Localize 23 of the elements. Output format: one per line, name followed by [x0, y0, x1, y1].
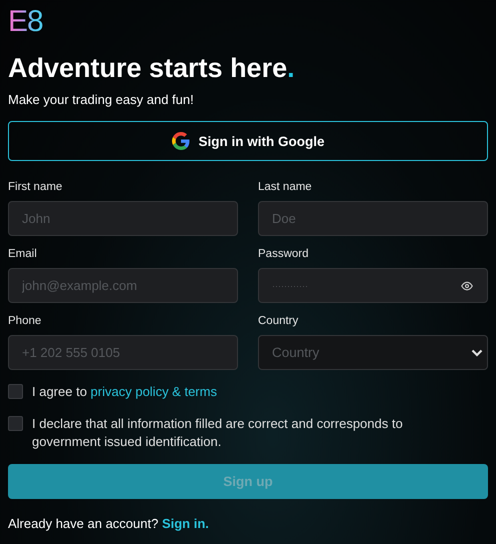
chevron-down-icon	[471, 348, 483, 356]
checkbox[interactable]	[8, 416, 23, 431]
sign-in-link[interactable]: Sign in.	[162, 516, 209, 531]
input-field[interactable]: +1 202 555 0105	[8, 335, 238, 370]
google-sign-in-button[interactable]: Sign in with Google	[8, 121, 488, 161]
subtitle: Make your trading easy and fun!	[8, 92, 195, 108]
field-label: First name	[8, 181, 64, 194]
agreement-text: I agree to privacy policy & terms	[32, 383, 217, 401]
google-icon	[172, 132, 190, 150]
input-field[interactable]: Doe	[258, 201, 488, 236]
input-field[interactable]: john@example.com	[8, 268, 238, 303]
input-field[interactable]: John	[8, 201, 238, 236]
eye-icon[interactable]	[461, 280, 473, 292]
sign-in-prompt: Already have an account? Sign in.	[8, 516, 210, 532]
field-label: Password	[258, 248, 310, 261]
agreement-text: I declare that all information filled are correct and corresponds to government issued identification.	[32, 415, 404, 451]
field-label: Phone	[8, 315, 42, 328]
field-label: Email	[8, 248, 38, 261]
terms-link[interactable]: privacy policy & terms	[90, 384, 217, 399]
field-label: Country	[258, 315, 300, 328]
checkbox[interactable]	[8, 384, 23, 399]
field-label: Last name	[258, 181, 313, 194]
page-title: Adventure starts here.	[8, 52, 296, 84]
